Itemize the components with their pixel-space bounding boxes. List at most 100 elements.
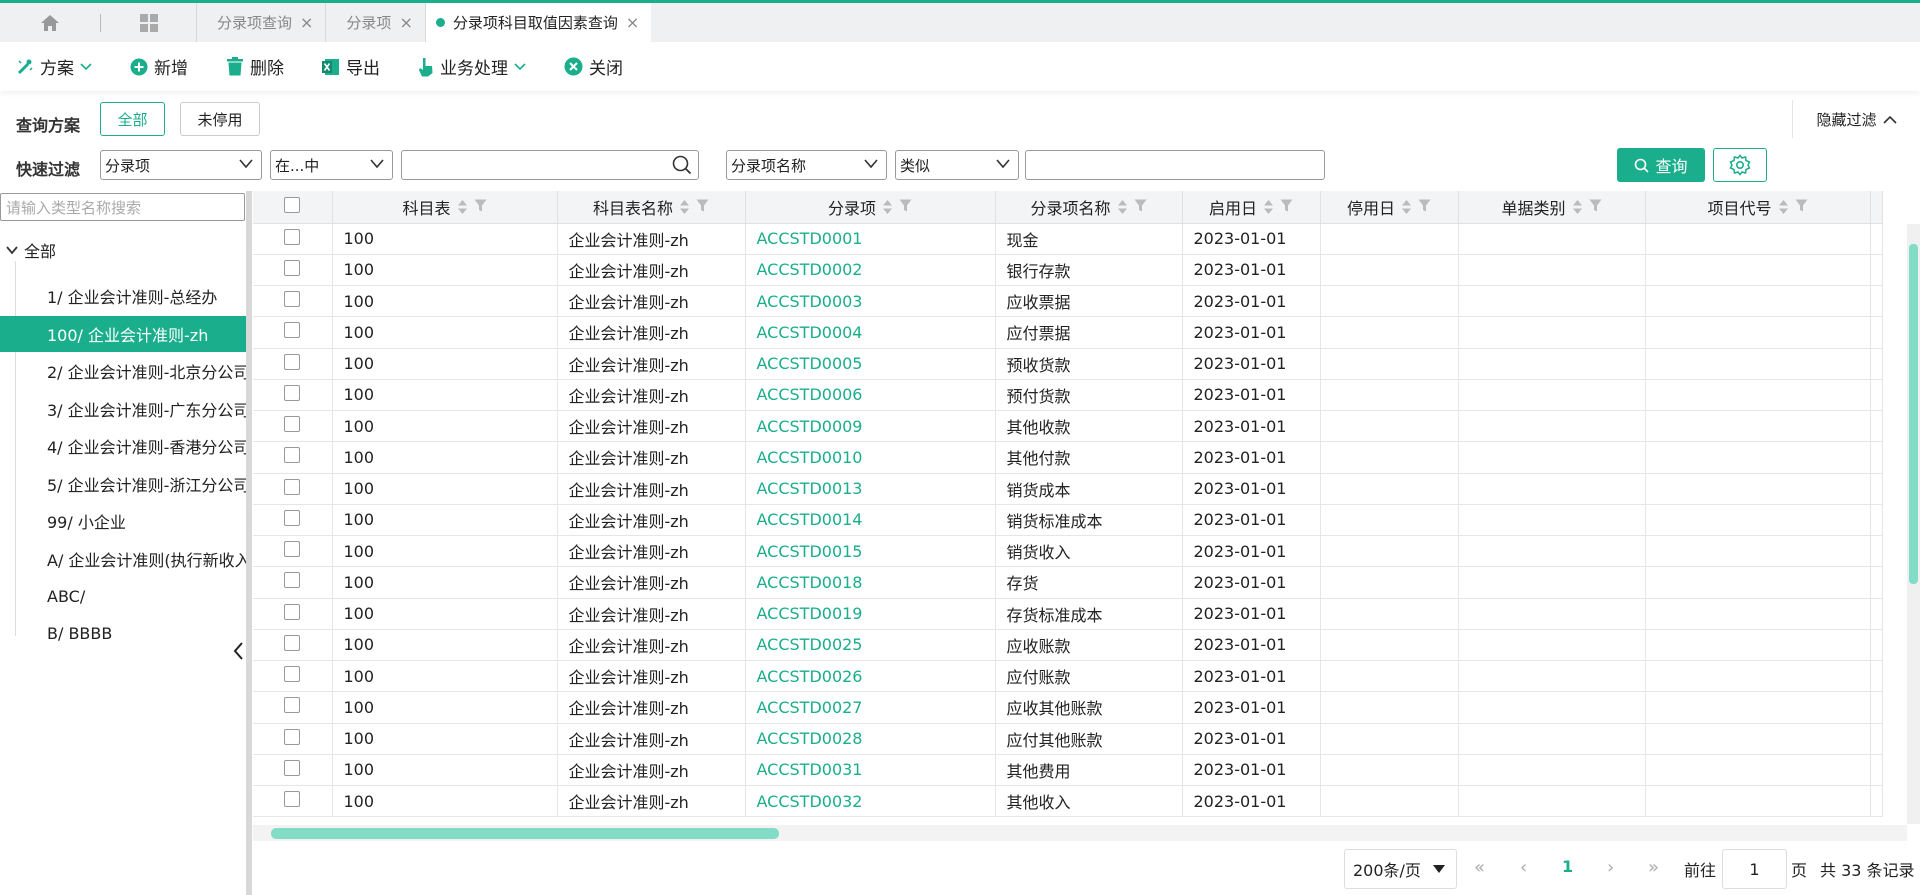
tree-root-all[interactable]: 全部 (6, 238, 56, 262)
tree-item[interactable]: 5/ 企业会计准则-浙江分公司 (0, 466, 246, 502)
filter-operator2-select[interactable]: 类似 (895, 150, 1019, 180)
column-header[interactable]: 项目代号 (1645, 191, 1871, 224)
panel-splitter[interactable] (246, 191, 252, 895)
table-row[interactable]: 100 企业会计准则-zh ACCSTD0026 应付账款 2023-01-01 (253, 660, 1883, 693)
filter-icon[interactable] (696, 197, 709, 216)
table-row[interactable]: 100 企业会计准则-zh ACCSTD0013 销货成本 2023-01-01 (253, 473, 1883, 505)
tab-entry-factor-query[interactable]: 分录项科目取值因素查询 × (424, 3, 652, 42)
sort-icon[interactable] (1117, 199, 1128, 215)
table-cell[interactable]: ACCSTD0010 (745, 441, 996, 474)
sort-icon[interactable] (1263, 199, 1274, 215)
row-checkbox[interactable] (284, 572, 301, 589)
row-checkbox[interactable] (284, 447, 301, 464)
table-row[interactable]: 100 企业会计准则-zh ACCSTD0027 应收其他账款 2023-01-01 (253, 691, 1883, 724)
table-row[interactable]: 100 企业会计准则-zh ACCSTD0005 预收货款 2023-01-01 (253, 348, 1883, 380)
table-cell[interactable]: ACCSTD0013 (745, 473, 996, 505)
table-cell[interactable]: ACCSTD0026 (745, 660, 996, 693)
tree-item[interactable]: 100/ 企业会计准则-zh (0, 315, 246, 352)
column-header[interactable]: 分录项 (745, 191, 996, 224)
column-header[interactable]: 分录项名称 (995, 191, 1183, 224)
filter-icon[interactable] (474, 197, 487, 216)
filter-icon[interactable] (1589, 197, 1602, 216)
first-page-icon[interactable]: « (1474, 857, 1485, 878)
next-page-icon[interactable]: › (1607, 857, 1614, 878)
table-cell[interactable]: ACCSTD0014 (745, 504, 996, 537)
table-cell[interactable]: ACCSTD0006 (745, 379, 996, 412)
sort-icon[interactable] (679, 199, 690, 215)
tree-item[interactable]: 3/ 企业会计准则-广东分公司 (0, 391, 246, 427)
scrollbar-thumb[interactable] (271, 828, 779, 839)
table-row[interactable]: 100 企业会计准则-zh ACCSTD0003 应收票据 2023-01-01 (253, 285, 1883, 318)
row-checkbox[interactable] (284, 478, 301, 495)
tree-search-input[interactable]: 请输入类型名称搜索 (0, 193, 245, 221)
column-header[interactable]: 启用日 (1182, 191, 1321, 224)
sort-icon[interactable] (457, 199, 468, 215)
row-checkbox[interactable] (284, 353, 301, 370)
table-cell[interactable]: ACCSTD0019 (745, 598, 996, 630)
tree-item[interactable]: 1/ 企业会计准则-总经办 (0, 278, 246, 314)
tab-entry-query[interactable]: 分录项查询 × (196, 3, 325, 42)
query-button[interactable]: 查询 (1617, 148, 1705, 182)
table-cell[interactable]: ACCSTD0005 (745, 348, 996, 380)
table-cell[interactable]: ACCSTD0001 (745, 223, 996, 255)
tab-entry[interactable]: 分录项 × (325, 3, 424, 42)
row-checkbox[interactable] (284, 322, 301, 339)
column-header[interactable]: 科目表 (332, 191, 558, 224)
table-cell[interactable]: ACCSTD0009 (745, 410, 996, 443)
tree-item[interactable]: 4/ 企业会计准则-香港分公司 (0, 428, 246, 464)
prev-page-icon[interactable]: ‹ (1520, 857, 1527, 878)
table-cell[interactable]: ACCSTD0028 (745, 723, 996, 755)
table-cell[interactable]: ACCSTD0004 (745, 316, 996, 349)
table-row[interactable]: 100 企业会计准则-zh ACCSTD0006 预付货款 2023-01-01 (253, 379, 1883, 412)
table-cell[interactable]: ACCSTD0003 (745, 285, 996, 318)
horizontal-scrollbar[interactable] (253, 825, 1907, 841)
close-button[interactable]: 关闭 (564, 54, 623, 79)
table-row[interactable]: 100 企业会计准则-zh ACCSTD0009 其他收款 2023-01-01 (253, 410, 1883, 443)
table-row[interactable]: 100 企业会计准则-zh ACCSTD0032 其他收入 2023-01-01 (253, 785, 1883, 818)
table-cell[interactable]: ACCSTD0027 (745, 691, 996, 724)
settings-button[interactable] (1713, 148, 1767, 182)
filter-icon[interactable] (899, 197, 912, 216)
row-checkbox[interactable] (284, 291, 301, 308)
row-checkbox[interactable] (284, 416, 301, 433)
tree-item[interactable]: A/ 企业会计准则(执行新收入准则) (0, 541, 246, 577)
table-row[interactable]: 100 企业会计准则-zh ACCSTD0002 银行存款 2023-01-01 (253, 254, 1883, 287)
filter-icon[interactable] (1418, 197, 1431, 216)
sort-icon[interactable] (1778, 199, 1789, 215)
row-checkbox[interactable] (284, 603, 301, 620)
filter-icon[interactable] (1280, 197, 1293, 216)
filter-operator-select[interactable]: 在...中 (270, 150, 393, 180)
search-icon[interactable] (672, 155, 692, 175)
table-row[interactable]: 100 企业会计准则-zh ACCSTD0015 销货收入 2023-01-01 (253, 535, 1883, 568)
table-cell[interactable]: ACCSTD0025 (745, 629, 996, 662)
table-row[interactable]: 100 企业会计准则-zh ACCSTD0028 应付其他账款 2023-01-01 (253, 723, 1883, 755)
scheme-button[interactable]: 方案 (16, 54, 92, 79)
delete-button[interactable]: 删除 (226, 54, 284, 79)
row-checkbox[interactable] (284, 728, 301, 745)
row-checkbox[interactable] (284, 666, 301, 683)
row-checkbox[interactable] (284, 259, 301, 276)
close-icon[interactable]: × (626, 13, 639, 32)
tree-item[interactable]: 2/ 企业会计准则-北京分公司 (0, 353, 246, 389)
row-checkbox[interactable] (284, 228, 301, 245)
scrollbar-thumb[interactable] (1909, 244, 1918, 584)
row-checkbox[interactable] (284, 541, 301, 558)
business-process-button[interactable]: 业务处理 (418, 54, 526, 79)
row-checkbox[interactable] (284, 634, 301, 651)
last-page-icon[interactable]: » (1648, 857, 1659, 878)
filter-value2-input[interactable] (1025, 150, 1325, 180)
app-grid-button[interactable] (101, 3, 196, 42)
export-button[interactable]: 导出 (322, 54, 380, 79)
column-header[interactable]: 停用日 (1320, 191, 1459, 224)
filter-icon[interactable] (1134, 197, 1147, 216)
goto-page-input[interactable]: 1 (1722, 849, 1787, 889)
tree-item[interactable]: 99/ 小企业 (0, 503, 246, 539)
home-button[interactable] (0, 3, 100, 42)
current-page[interactable]: 1 (1562, 857, 1573, 876)
table-row[interactable]: 100 企业会计准则-zh ACCSTD0018 存货 2023-01-01 (253, 566, 1883, 599)
close-icon[interactable]: × (399, 13, 412, 32)
filter-field-select[interactable]: 分录项 (100, 150, 262, 180)
filter-icon[interactable] (1795, 197, 1808, 216)
column-header[interactable]: 科目表名称 (557, 191, 746, 224)
table-cell[interactable]: ACCSTD0031 (745, 754, 996, 787)
